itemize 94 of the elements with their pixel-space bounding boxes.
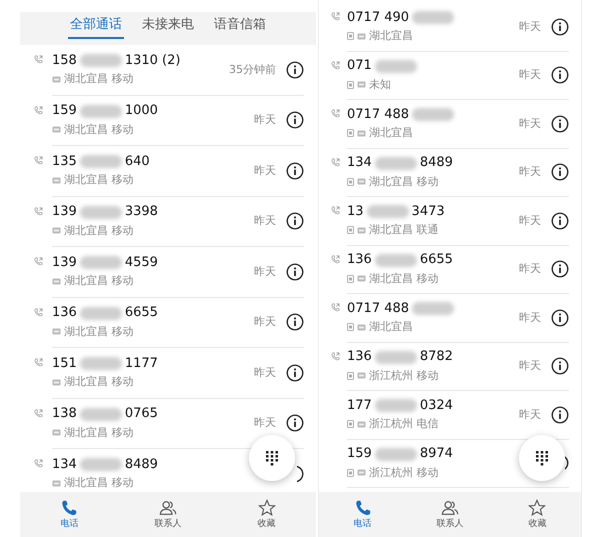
call-time: 昨天 <box>519 261 541 277</box>
location-text: 湖北宜昌 联通 <box>369 222 438 238</box>
phone-number-start: 159 <box>347 445 372 464</box>
call-log-row[interactable]: 0717 490 湖北宜昌 昨天 <box>319 3 581 52</box>
phone-number-end: 8782 <box>420 348 453 366</box>
call-time: 昨天 <box>519 406 541 422</box>
location-text: 湖北宜昌 移动 <box>64 222 134 238</box>
call-log-row[interactable]: 136 6655 湖北宜昌 移动 昨天 <box>20 298 316 348</box>
call-time: 昨天 <box>519 116 541 132</box>
tab[interactable]: 未接来电 <box>140 16 196 39</box>
call-log-row[interactable]: 0717 488 湖北宜昌 昨天 <box>319 100 581 148</box>
phone-number-start: 134 <box>52 456 77 474</box>
call-time: 昨天 <box>519 212 541 228</box>
call-log-row[interactable]: 139 4559 湖北宜昌 移动 昨天 <box>20 247 316 298</box>
phone-number-end: 8489 <box>420 154 453 172</box>
call-log-row[interactable]: 159 1000 湖北宜昌 移动 昨天 <box>20 96 316 146</box>
phone-number-end: 6655 <box>124 304 158 322</box>
phone-number-end: 6655 <box>420 251 453 270</box>
phone-number-start: 139 <box>52 203 77 222</box>
phone-number-start: 134 <box>347 154 372 172</box>
location-text: 浙江杭州 移动 <box>369 464 438 480</box>
phone-number-end: 0324 <box>420 396 453 415</box>
phone-number-start: 135 <box>52 152 77 171</box>
phone-number-end: 0765 <box>124 405 158 424</box>
nav-tab[interactable]: 联系人 <box>420 499 480 530</box>
phone-number-end: 1000 <box>124 102 158 120</box>
phone-number-end: 1310 (2) <box>124 52 180 70</box>
call-time: 昨天 <box>254 264 276 280</box>
nav-tab[interactable]: 电话 <box>332 499 393 530</box>
location-text: 未知 <box>369 76 391 92</box>
location-text: 浙江杭州 移动 <box>369 368 438 384</box>
call-time: 昨天 <box>519 164 541 180</box>
phone-number-start: 158 <box>52 52 77 70</box>
phone-number-start: 13 <box>347 202 364 221</box>
nav-tab[interactable]: 联系人 <box>138 499 198 530</box>
call-time: 昨天 <box>254 314 276 330</box>
phone-number-start: 177 <box>347 396 372 415</box>
call-time: 昨天 <box>519 18 541 34</box>
phone-number-start: 071 <box>347 57 372 76</box>
location-text: 湖北宜昌 <box>369 319 413 335</box>
location-text: 湖北宜昌 移动 <box>64 71 134 87</box>
phone-number-start: 151 <box>52 354 77 373</box>
call-time: 昨天 <box>254 213 276 229</box>
location-text: 湖北宜昌 移动 <box>64 475 134 491</box>
nav-tab[interactable]: 电话 <box>39 499 100 530</box>
call-log-row[interactable]: 151 1177 湖北宜昌 移动 昨天 <box>20 348 316 398</box>
phone-number-end: 3473 <box>412 202 445 221</box>
call-time: 昨天 <box>519 67 541 83</box>
location-text: 湖北宜昌 移动 <box>369 174 438 190</box>
call-log-row[interactable]: 135 640 湖北宜昌 移动 昨天 <box>20 146 316 196</box>
location-text: 湖北宜昌 移动 <box>64 324 134 340</box>
phone-number-end: 3398 <box>124 203 158 222</box>
call-time: 昨天 <box>519 358 541 374</box>
phone-number-end: 4559 <box>124 254 158 272</box>
location-text: 浙江杭州 电信 <box>369 416 438 432</box>
tab[interactable]: 全部通话 <box>68 16 124 39</box>
call-log-row[interactable]: 134 8489 湖北宜昌 移动 昨天 <box>319 148 581 197</box>
location-text: 湖北宜昌 <box>369 125 413 141</box>
phone-number-start: 136 <box>52 304 77 322</box>
phone-number-end: 1177 <box>124 354 158 373</box>
location-text: 湖北宜昌 <box>369 28 413 44</box>
location-text: 湖北宜昌 移动 <box>64 424 134 440</box>
call-log-row[interactable]: 071 未知 昨天 <box>319 52 581 100</box>
location-text: 湖北宜昌 移动 <box>64 273 134 289</box>
call-log-row[interactable]: 139 3398 湖北宜昌 移动 昨天 <box>20 196 316 247</box>
phone-number-start: 0717 490 <box>347 8 410 27</box>
phone-number-start: 136 <box>347 348 372 366</box>
call-time: 35分钟前 <box>229 62 276 78</box>
call-time: 昨天 <box>519 310 541 326</box>
call-time: 昨天 <box>254 415 276 431</box>
call-log-row[interactable]: 158 1310 (2) 湖北宜昌 移动 35分钟前 <box>20 45 316 96</box>
location-text: 湖北宜昌 移动 <box>64 374 134 390</box>
call-time: 昨天 <box>254 364 276 380</box>
call-time: 昨天 <box>254 112 276 128</box>
phone-number-end: 640 <box>124 152 150 171</box>
phone-number-start: 138 <box>52 405 77 424</box>
call-time: 昨天 <box>254 162 276 178</box>
phone-number-end: 8489 <box>124 456 158 474</box>
phone-number-start: 0717 488 <box>347 106 410 124</box>
tab[interactable]: 语音信箱 <box>212 16 268 39</box>
phone-number-start: 159 <box>52 102 77 120</box>
phone-number-start: 139 <box>52 254 77 272</box>
phone-number-start: 0717 488 <box>347 300 410 318</box>
call-log-row[interactable]: 136 6655 湖北宜昌 移动 昨天 <box>319 246 581 294</box>
location-text: 湖北宜昌 移动 <box>369 270 438 286</box>
call-log-row[interactable]: 136 8782 浙江杭州 移动 昨天 <box>319 342 581 391</box>
call-log-row[interactable]: 0717 488 湖北宜昌 昨天 <box>319 294 581 342</box>
phone-number-start: 136 <box>347 251 372 270</box>
phone-number-end: 8974 <box>420 445 453 464</box>
location-text: 湖北宜昌 移动 <box>64 122 134 138</box>
nav-tab[interactable]: 收藏 <box>236 499 297 530</box>
location-text: 湖北宜昌 移动 <box>64 172 134 188</box>
call-log-row[interactable]: 13 3473 湖北宜昌 联通 昨天 <box>319 197 581 246</box>
nav-tab[interactable]: 收藏 <box>507 499 568 530</box>
